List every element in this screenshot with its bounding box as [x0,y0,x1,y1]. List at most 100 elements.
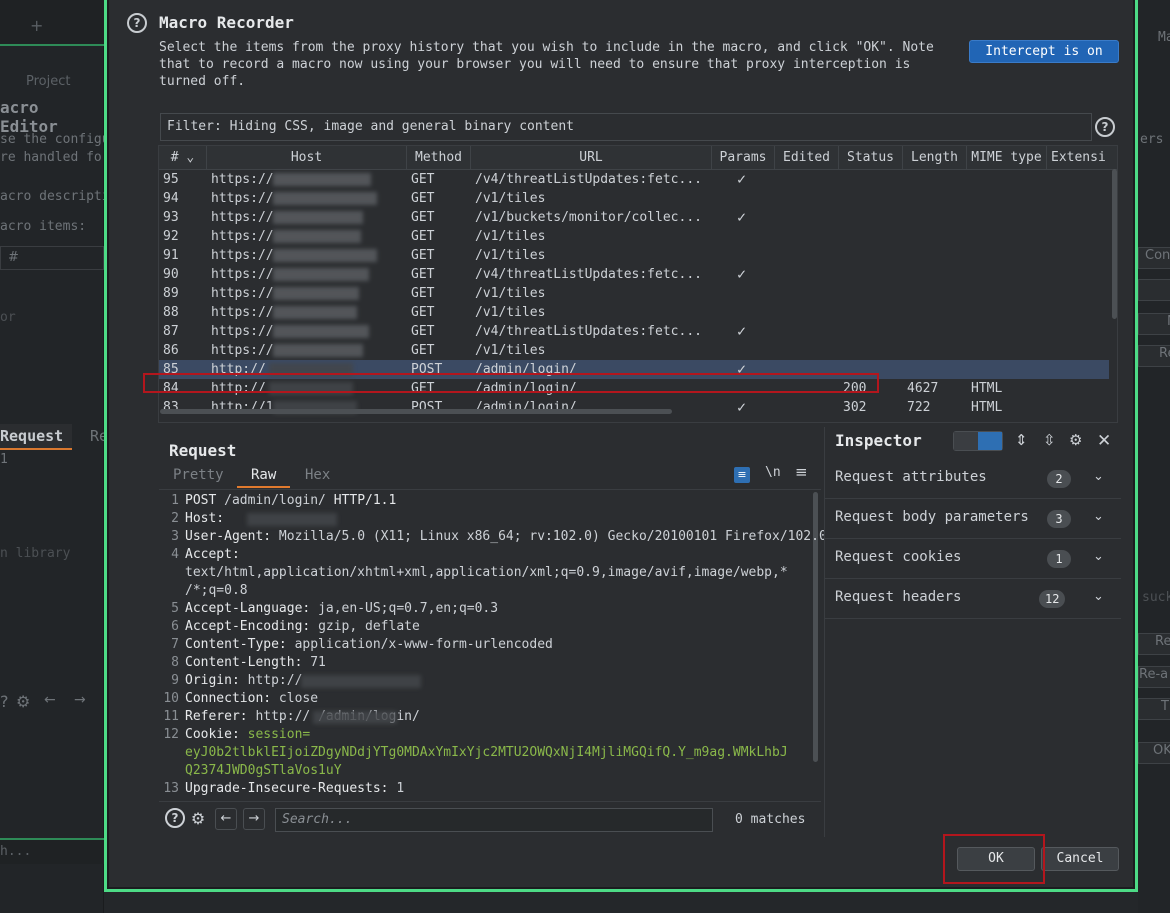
search-input[interactable]: Search... [275,808,713,832]
inspector-section-label: Request body parameters [835,509,1029,525]
row-method: GET [411,267,435,282]
redacted-host [273,344,363,357]
tab-hex[interactable]: Hex [305,467,330,483]
background-button: Re [1138,345,1170,367]
word-wrap-icon[interactable]: ≡ [734,467,750,483]
background-text-line: acro items: [0,219,87,234]
macro-recorder-dialog: ? Macro Recorder Select the items from t… [104,0,1138,892]
table-row[interactable]: 86 https:// GET/v1/tiles [159,341,1109,360]
table-row[interactable]: 91 https:// GET/v1/tiles [159,246,1109,265]
row-mime-type [971,322,1047,341]
chevron-down-icon[interactable]: ⌄ [1093,549,1104,564]
chevron-down-icon[interactable]: ⌄ [1093,469,1104,484]
previous-match-button[interactable]: ← [215,808,237,830]
background-line-number: 1 [0,452,8,467]
row-status [843,303,903,322]
line-number: 4 [171,547,179,562]
help-icon[interactable]: ? [127,13,147,33]
layout-left-icon[interactable] [954,432,978,450]
table-vertical-scrollbar[interactable] [1112,169,1117,319]
chevron-down-icon[interactable]: ⌄ [1093,589,1104,604]
table-row[interactable]: 89 https:// GET/v1/tiles [159,284,1109,303]
inspector-section-label: Request headers [835,589,962,605]
table-row[interactable]: 87 https:// GET/v4/threatListUpdates:fetc.… [159,322,1109,341]
request-search-bar: ? ⚙ ← → Search... 0 matches [159,801,821,835]
table-horizontal-scrollbar[interactable] [160,409,672,414]
row-method: GET [411,172,435,187]
tab-pretty[interactable]: Pretty [173,467,224,483]
row-method: GET [411,286,435,301]
inspector-section[interactable]: Request body parameters 3 ⌄ [825,499,1121,539]
row-mime-type [971,170,1047,189]
row-mime-type [971,246,1047,265]
row-status [843,246,903,265]
line-content: Host: [185,511,225,526]
row-number: 90 [163,267,179,282]
inspector-section-label: Request attributes [835,469,987,485]
newline-toggle[interactable]: \n [765,465,781,480]
row-number: 87 [163,324,179,339]
column-header-host[interactable]: Host [207,146,407,170]
next-match-button[interactable]: → [243,808,265,830]
layout-right-icon[interactable] [978,432,1002,450]
cancel-button[interactable]: Cancel [1041,847,1119,871]
line-content: Cookie: session= [185,727,311,742]
menu-icon[interactable]: ≡ [795,463,808,481]
table-row[interactable]: 88 https:// GET/v1/tiles [159,303,1109,322]
background-button: Re-a [1138,666,1170,688]
history-filter-bar[interactable]: Filter: Hiding CSS, image and general bi… [160,113,1092,141]
row-host: https:// [211,172,274,187]
inspector-layout-toggle[interactable] [953,431,1003,451]
help-icon[interactable]: ? [165,808,185,828]
close-icon[interactable]: ✕ [1097,431,1111,451]
expand-all-icon[interactable]: ⇕ [1015,431,1028,449]
gear-icon[interactable]: ⚙ [1069,431,1082,449]
collapse-all-icon[interactable]: ⇳ [1043,431,1056,449]
gear-icon[interactable]: ⚙ [187,808,209,830]
chevron-down-icon[interactable]: ⌄ [1093,509,1104,524]
table-row[interactable]: 95 https:// GET/v4/threatListUpdates:fetc.… [159,170,1109,189]
inspector-section[interactable]: Request cookies 1 ⌄ [825,539,1121,579]
inspector-section[interactable]: Request attributes 2 ⌄ [825,459,1121,499]
request-editor[interactable]: 1 POST /admin/login/ HTTP/1.1 2 Host: 3 User-… [159,489,827,799]
background-search-bar: h... [0,838,104,864]
redacted-host [301,675,421,688]
dialog-description: Select the items from the proxy history … [159,40,934,89]
line-number: 3 [171,529,179,544]
table-row[interactable]: 93 https:// GET/v1/buckets/monitor/collec.… [159,208,1109,227]
column-header-length[interactable]: Length [903,146,967,170]
row-length [907,284,967,303]
filter-help-icon[interactable]: ? [1095,117,1115,137]
table-row[interactable]: 90 https:// GET/v4/threatListUpdates:fetc.… [159,265,1109,284]
column-header-label: # [170,150,179,165]
table-row[interactable]: 94 https:// GET/v1/tiles [159,189,1109,208]
row-method: GET [411,229,435,244]
column-header-extension[interactable]: Extensi [1047,146,1117,170]
table-row[interactable]: 83 http://1 POST/admin/login/ ✓ 302 722 HTML [159,398,1109,417]
row-number: 86 [163,343,179,358]
background-text-line: suck [1142,590,1170,605]
row-url: /admin/login/ [475,400,577,415]
table-row[interactable]: 92 https:// GET/v1/tiles [159,227,1109,246]
column-header-status[interactable]: Status [839,146,903,170]
row-length [907,246,967,265]
row-host: https:// [211,305,274,320]
tab-raw[interactable]: Raw [237,467,291,488]
redacted-host [273,173,371,186]
background-hash-header: # [8,250,19,265]
inspector-section[interactable]: Request headers 12 ⌄ [825,579,1121,619]
intercept-toggle-button[interactable]: Intercept is on [969,40,1119,63]
row-params: ✓ [737,398,747,416]
column-header-edited[interactable]: Edited [775,146,839,170]
background-button [1138,279,1170,301]
line-content: Upgrade-Insecure-Requests: 1 [185,781,405,796]
column-header-method[interactable]: Method [407,146,471,170]
request-pane-title: Request [169,441,237,460]
row-host: https:// [211,210,274,225]
column-header-number[interactable]: # ⌄ [159,146,207,170]
inspector-panel: Inspector ⇕ ⇳ ⚙ ✕ Request attributes 2 ⌄ Re… [824,427,1121,837]
column-header-params[interactable]: Params [712,146,775,170]
row-method: GET [411,248,435,263]
column-header-mime-type[interactable]: MIME type [967,146,1047,170]
column-header-url[interactable]: URL [471,146,712,170]
